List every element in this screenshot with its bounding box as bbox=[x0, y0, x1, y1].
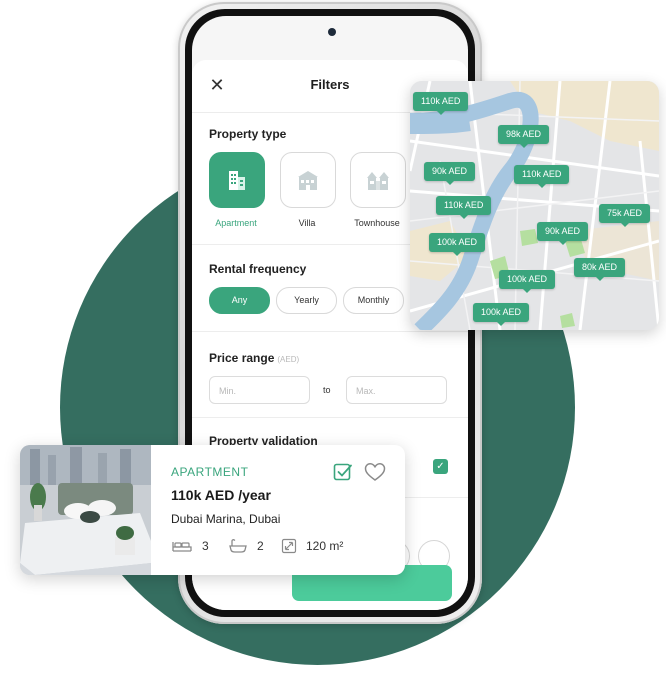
listing-location: Dubai Marina, Dubai bbox=[171, 512, 281, 526]
price-to-label: to bbox=[323, 385, 331, 395]
stage: ✕ Filters Property type Apartment Villa … bbox=[0, 0, 666, 673]
price-min-input[interactable]: Min. bbox=[209, 376, 310, 404]
listing-type: APARTMENT bbox=[171, 465, 249, 479]
bathtub-icon bbox=[229, 539, 247, 553]
bathrooms-count: 2 bbox=[257, 539, 264, 553]
listing-card[interactable]: APARTMENT 110k AED /year Dubai Marina, D… bbox=[20, 445, 405, 575]
bedrooms-count: 3 bbox=[202, 539, 209, 553]
map-price-marker[interactable]: 90k AED bbox=[537, 222, 589, 245]
area-feature: 120 m² bbox=[281, 538, 343, 554]
price-range-title: Price range (AED) bbox=[209, 351, 299, 365]
property-validation-checkbox[interactable]: ✓ bbox=[433, 459, 448, 474]
rental-frequency-any[interactable]: Any bbox=[209, 287, 270, 314]
map-price-marker[interactable]: 75k AED bbox=[599, 204, 651, 227]
front-camera-icon bbox=[328, 28, 336, 36]
price-range-unit: (AED) bbox=[277, 355, 300, 364]
map-price-marker[interactable]: 110k AED bbox=[514, 165, 570, 188]
verified-check-icon bbox=[333, 463, 352, 481]
map-price-marker[interactable]: 90k AED bbox=[424, 162, 476, 185]
listing-photo bbox=[20, 445, 151, 575]
area-value: 120 m² bbox=[306, 539, 344, 553]
rental-frequency-title: Rental frequency bbox=[209, 262, 307, 276]
bathrooms-feature: 2 bbox=[228, 538, 264, 554]
map-price-marker[interactable]: 110k AED bbox=[413, 92, 469, 115]
map-price-marker[interactable]: 80k AED bbox=[574, 258, 626, 281]
map-card[interactable]: 110k AED 98k AED 90k AED 110k AED 110k A… bbox=[410, 81, 659, 330]
map-price-marker[interactable]: 100k AED bbox=[499, 270, 556, 293]
price-range-section: Price range (AED) Min. to Max. bbox=[192, 331, 468, 418]
heart-icon[interactable] bbox=[364, 462, 386, 482]
rental-frequency-monthly[interactable]: Monthly bbox=[343, 287, 404, 314]
map-price-marker[interactable]: 110k AED bbox=[436, 196, 492, 219]
property-type-apartment-label: Apartment bbox=[215, 218, 257, 228]
rental-frequency-yearly[interactable]: Yearly bbox=[276, 287, 337, 314]
property-type-title: Property type bbox=[209, 127, 287, 141]
townhouse-icon bbox=[367, 172, 389, 190]
property-type-villa-label: Villa bbox=[298, 218, 316, 228]
map-price-marker[interactable]: 98k AED bbox=[498, 125, 550, 148]
property-type-apartment[interactable] bbox=[209, 152, 265, 208]
villa-icon bbox=[298, 171, 318, 190]
map-price-marker[interactable]: 100k AED bbox=[473, 303, 530, 326]
price-range-title-text: Price range bbox=[209, 351, 275, 365]
area-resize-icon bbox=[281, 538, 297, 554]
property-type-townhouse-label: Townhouse bbox=[354, 218, 400, 228]
bedrooms-feature: 3 bbox=[171, 538, 209, 554]
bed-icon bbox=[172, 542, 192, 552]
map-price-marker[interactable]: 100k AED bbox=[429, 233, 486, 256]
price-max-input[interactable]: Max. bbox=[346, 376, 447, 404]
property-type-townhouse[interactable] bbox=[350, 152, 406, 208]
listing-price: 110k AED /year bbox=[171, 487, 271, 503]
apartment-building-icon bbox=[229, 171, 245, 190]
property-type-villa[interactable] bbox=[280, 152, 336, 208]
